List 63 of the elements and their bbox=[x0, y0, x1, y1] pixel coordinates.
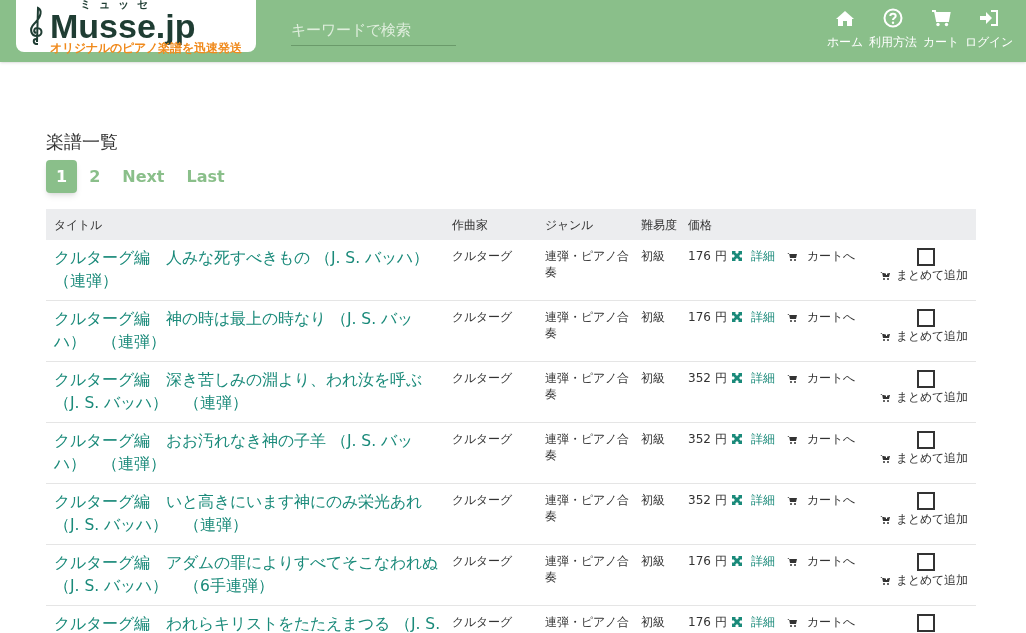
detail-link[interactable]: 詳細 bbox=[732, 430, 775, 447]
table-cell-text: クルターグ bbox=[452, 309, 513, 325]
title-link[interactable]: クルターグ編 われらキリストをたたえまつる （J. S. bbox=[46, 613, 452, 633]
table-cell-text: 352 円 bbox=[688, 370, 728, 386]
table-cell-text: 連弾・ピアノ合奏 bbox=[545, 492, 630, 524]
table-cell-text: クルターグ bbox=[452, 614, 513, 630]
table-cell-text: 初級 bbox=[641, 614, 666, 630]
title-link[interactable]: クルターグ編 神の時は最上の時なり （J. S. バッハ） （連弾） bbox=[46, 308, 452, 354]
column-header: タイトル bbox=[53, 216, 103, 234]
bulk-add-link[interactable]: まとめて追加 bbox=[880, 328, 968, 344]
table-cell-text: 連弾・ピアノ合 bbox=[545, 614, 630, 630]
table-cell-text: クルターグ bbox=[452, 370, 513, 386]
bulk-add-link[interactable]: まとめて追加 bbox=[880, 450, 968, 466]
detail-link[interactable]: 詳細 bbox=[732, 247, 775, 264]
table-cell-text: 連弾・ピアノ合奏 bbox=[545, 309, 630, 341]
table-cell-text: 352 円 bbox=[688, 431, 728, 447]
table-cell-text: 初級 bbox=[641, 553, 666, 569]
add-to-cart-link[interactable]: カートへ bbox=[787, 247, 855, 264]
column-header: 難易度 bbox=[641, 216, 678, 234]
add-to-cart-link[interactable]: カートへ bbox=[787, 613, 855, 630]
table-cell-text: 連弾・ピアノ合奏 bbox=[545, 370, 630, 402]
table-cell-text: 初級 bbox=[641, 370, 666, 386]
table-cell-text: 176 円 bbox=[688, 248, 728, 264]
bulk-add-link[interactable]: まとめて追加 bbox=[880, 572, 968, 588]
search-field[interactable]: キーワードで検索 bbox=[291, 16, 456, 46]
title-link[interactable]: クルターグ編 アダムの罪によりすべてそこなわれぬ（J. S. バッハ） （6手連弾） bbox=[46, 552, 452, 598]
table-cell-text: 352 円 bbox=[688, 492, 728, 508]
table-cell-text: 初級 bbox=[641, 492, 666, 508]
add-to-cart-link[interactable]: カートへ bbox=[787, 491, 855, 508]
table-cell-text: クルターグ bbox=[452, 248, 513, 264]
bulk-add-link[interactable]: まとめて追加 bbox=[880, 511, 968, 527]
detail-link[interactable]: 詳細 bbox=[732, 491, 775, 508]
add-to-cart-link[interactable]: カートへ bbox=[787, 430, 855, 447]
table-cell-text: 176 円 bbox=[688, 614, 728, 630]
logo-reading: ミュッセ bbox=[79, 0, 156, 10]
add-to-cart-link[interactable]: カートへ bbox=[787, 369, 855, 386]
table-cell-text: 初級 bbox=[641, 431, 666, 447]
detail-link[interactable]: 詳細 bbox=[732, 552, 775, 569]
detail-link[interactable]: 詳細 bbox=[732, 613, 775, 630]
column-header: ジャンル bbox=[545, 216, 594, 234]
column-header: 作曲家 bbox=[452, 216, 489, 234]
table-cell-text: 連弾・ピアノ合奏 bbox=[545, 553, 630, 585]
title-link[interactable]: クルターグ編 おお汚れなき神の子羊 （J. S. バッハ） （連弾） bbox=[46, 430, 452, 476]
title-link[interactable]: クルターグ編 いと高きにいます神にのみ栄光あれ（J. S. バッハ） （連弾） bbox=[46, 491, 452, 537]
bulk-add-link[interactable]: まとめて追加 bbox=[880, 267, 968, 283]
table-cell-text: クルターグ bbox=[452, 431, 513, 447]
title-link[interactable]: クルターグ編 深き苦しみの淵より、われ汝を呼ぶ（J. S. バッハ） （連弾） bbox=[46, 369, 452, 415]
table-cell-text: 連弾・ピアノ合奏 bbox=[545, 248, 630, 280]
add-to-cart-link[interactable]: カートへ bbox=[787, 308, 855, 325]
page-heading: 楽譜一覧 bbox=[46, 130, 119, 154]
add-to-cart-link[interactable]: カートへ bbox=[787, 552, 855, 569]
table-cell-text: 初級 bbox=[641, 248, 666, 264]
table-cell-text: 176 円 bbox=[688, 309, 728, 325]
detail-link[interactable]: 詳細 bbox=[732, 308, 775, 325]
table-cell-text: クルターグ bbox=[452, 492, 513, 508]
bulk-add-link[interactable]: まとめて追加 bbox=[880, 389, 968, 405]
table-cell-text: 176 円 bbox=[688, 553, 728, 569]
column-header: 価格 bbox=[688, 216, 713, 234]
detail-link[interactable]: 詳細 bbox=[732, 369, 775, 386]
table-cell-text: クルターグ bbox=[452, 553, 513, 569]
title-link[interactable]: クルターグ編 人みな死すべきもの （J. S. バッハ）（連弾） bbox=[46, 247, 452, 293]
table-cell-text: 初級 bbox=[641, 309, 666, 325]
table-cell-text: 連弾・ピアノ合奏 bbox=[545, 431, 630, 463]
